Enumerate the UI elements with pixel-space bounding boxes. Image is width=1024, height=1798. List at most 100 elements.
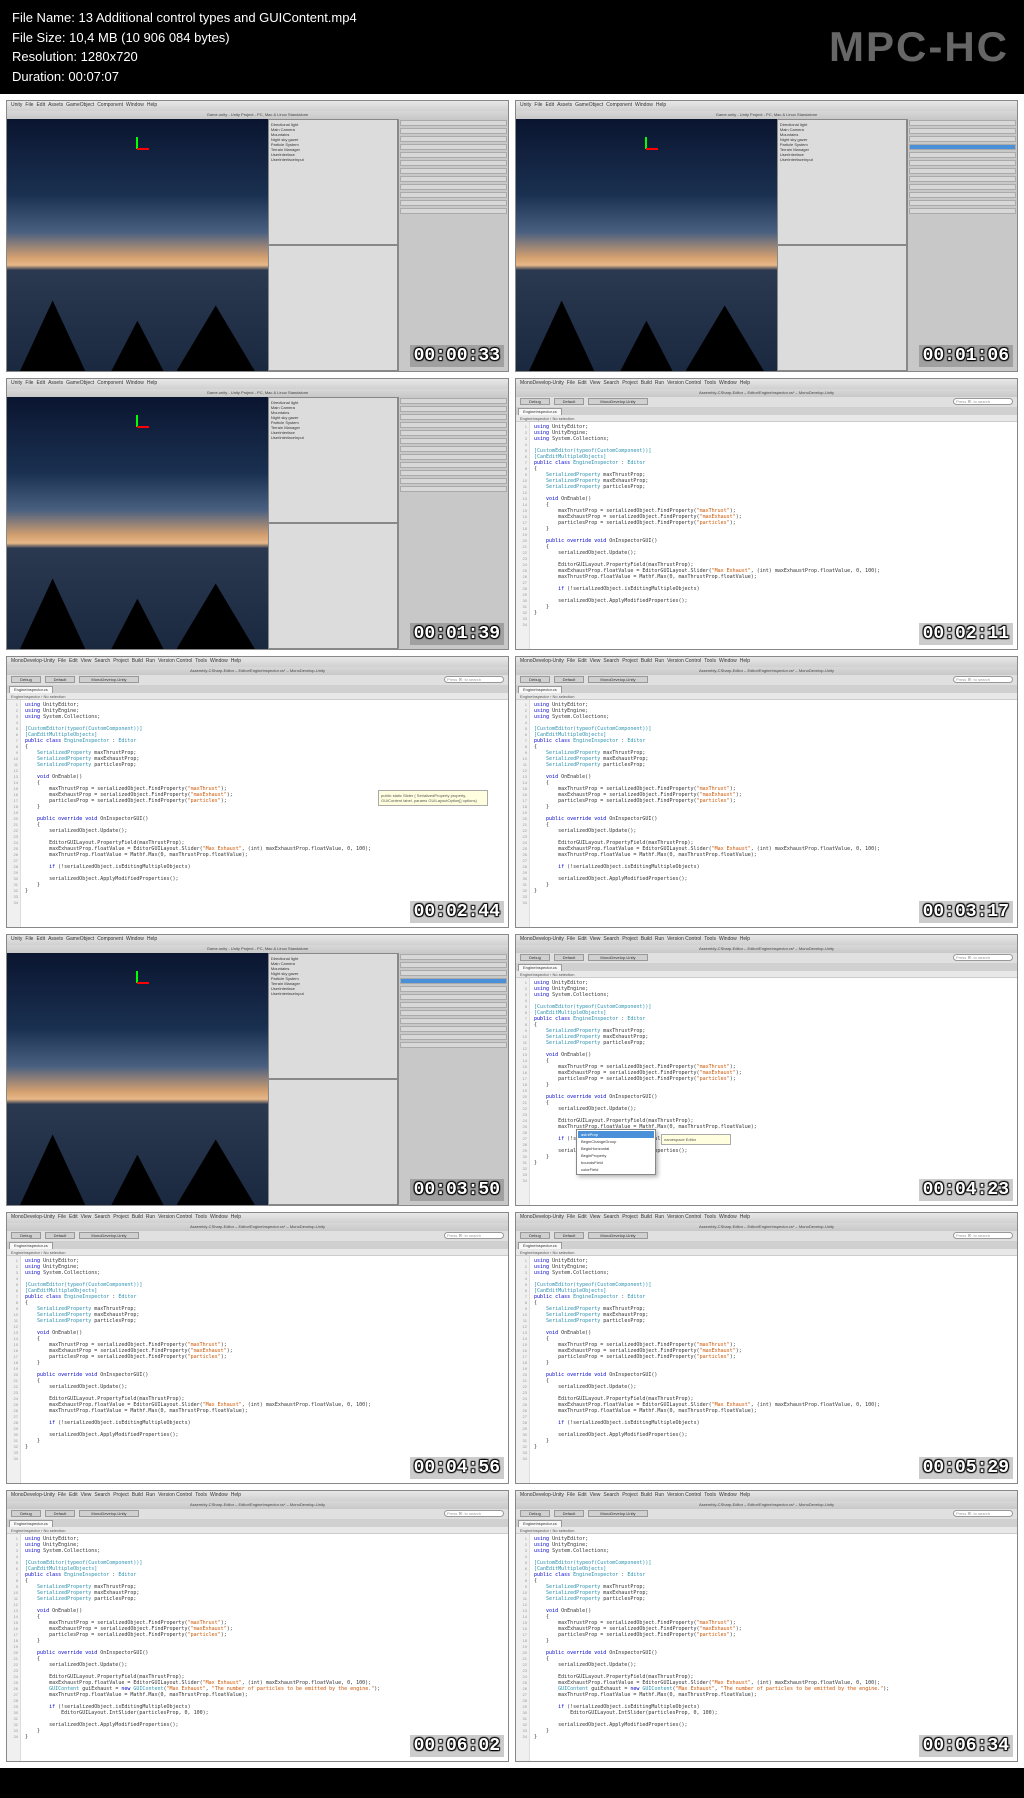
search-input[interactable]: Press ⌘: to search — [953, 398, 1013, 405]
hierarchy-panel: Directional lightMain CameraMountainsNig… — [268, 397, 398, 523]
search-input[interactable]: Press ⌘: to search — [953, 1510, 1013, 1517]
file-tab[interactable]: EngineInspector.cs — [9, 1520, 53, 1527]
gizmo-icon — [631, 134, 661, 164]
file-tab[interactable]: EngineInspector.cs — [518, 964, 562, 971]
tab-selector[interactable]: MonoDevelop-Unity — [588, 398, 648, 405]
debug-button[interactable]: Debug — [11, 1232, 41, 1239]
breadcrumb: EngineInspector › No selection — [516, 1527, 1017, 1534]
code-editor[interactable]: 1234567891011121314151617181920212223242… — [7, 1534, 508, 1761]
code-editor[interactable]: 1234567891011121314151617181920212223242… — [516, 700, 1017, 927]
config-button[interactable]: Default — [554, 398, 584, 405]
timestamp: 00:00:33 — [410, 345, 504, 367]
gizmo-icon — [122, 412, 152, 442]
window-title: Assembly-CSharp-Editor – Editor/EngineIn… — [7, 1223, 508, 1231]
toolbar: Debug Default MonoDevelop-Unity Press ⌘:… — [7, 675, 508, 685]
menubar: MonoDevelop-UnityFileEditViewSearchProje… — [516, 935, 1017, 945]
tab-selector[interactable]: MonoDevelop-Unity — [79, 1510, 139, 1517]
autocomplete-popup[interactable]: asIntPropBeginChangeGroupBeginHorizontal… — [576, 1129, 656, 1175]
config-button[interactable]: Default — [45, 1232, 75, 1239]
search-input[interactable]: Press ⌘: to search — [953, 954, 1013, 961]
debug-button[interactable]: Debug — [520, 1232, 550, 1239]
toolbar: Debug Default MonoDevelop-Unity Press ⌘:… — [516, 675, 1017, 685]
search-input[interactable]: Press ⌘: to search — [444, 1510, 504, 1517]
thumbnail-grid: UnityFileEditAssetsGameObjectComponentWi… — [0, 94, 1024, 1768]
window-title: Game.unity - Unity Project - PC, Mac & L… — [7, 389, 508, 397]
code-editor[interactable]: 1234567891011121314151617181920212223242… — [516, 422, 1017, 649]
autocomplete-hint: namespace Editor — [661, 1134, 731, 1145]
project-panel — [268, 523, 398, 649]
window-title: Assembly-CSharp-Editor – Editor/EngineIn… — [516, 1223, 1017, 1231]
breadcrumb: EngineInspector › No selection — [516, 693, 1017, 700]
debug-button[interactable]: Debug — [520, 676, 550, 683]
search-input[interactable]: Press ⌘: to search — [444, 676, 504, 683]
tooltip: public static Slider ( SerializedPropert… — [378, 790, 488, 806]
menubar: MonoDevelop-UnityFileEditViewSearchProje… — [516, 379, 1017, 389]
file-tab[interactable]: EngineInspector.cs — [9, 1242, 53, 1249]
debug-button[interactable]: Debug — [11, 676, 41, 683]
search-input[interactable]: Press ⌘: to search — [444, 1232, 504, 1239]
project-panel — [268, 1079, 398, 1205]
tab-selector[interactable]: MonoDevelop-Unity — [588, 1510, 648, 1517]
window-title: Assembly-CSharp-Editor – Editor/EngineIn… — [7, 667, 508, 675]
thumbnail: MonoDevelop-UnityFileEditViewSearchProje… — [515, 378, 1018, 650]
code-editor[interactable]: 1234567891011121314151617181920212223242… — [516, 1256, 1017, 1483]
timestamp: 00:02:44 — [410, 901, 504, 923]
menubar: UnityFileEditAssetsGameObjectComponentWi… — [7, 379, 508, 389]
breadcrumb: EngineInspector › No selection — [516, 415, 1017, 422]
config-button[interactable]: Default — [554, 676, 584, 683]
window-title: Assembly-CSharp-Editor – Editor/EngineIn… — [516, 945, 1017, 953]
breadcrumb: EngineInspector › No selection — [516, 971, 1017, 978]
thumbnail: MonoDevelop-UnityFileEditViewSearchProje… — [515, 1490, 1018, 1762]
window-title: Assembly-CSharp-Editor – Editor/EngineIn… — [516, 389, 1017, 397]
search-input[interactable]: Press ⌘: to search — [953, 1232, 1013, 1239]
tab-selector[interactable]: MonoDevelop-Unity — [79, 676, 139, 683]
timestamp: 00:04:56 — [410, 1457, 504, 1479]
thumbnail: MonoDevelop-UnityFileEditViewSearchProje… — [6, 1490, 509, 1762]
window-title: Assembly-CSharp-Editor – Editor/EngineIn… — [516, 667, 1017, 675]
debug-button[interactable]: Debug — [11, 1510, 41, 1517]
toolbar: Debug Default MonoDevelop-Unity Press ⌘:… — [7, 1509, 508, 1519]
debug-button[interactable]: Debug — [520, 954, 550, 961]
toolbar: Debug Default MonoDevelop-Unity Press ⌘:… — [516, 1509, 1017, 1519]
hierarchy-panel: Directional lightMain CameraMountainsNig… — [268, 119, 398, 245]
file-tab[interactable]: EngineInspector.cs — [9, 686, 53, 693]
breadcrumb: EngineInspector › No selection — [7, 693, 508, 700]
debug-button[interactable]: Debug — [520, 1510, 550, 1517]
timestamp: 00:01:06 — [919, 345, 1013, 367]
file-tab[interactable]: EngineInspector.cs — [518, 408, 562, 415]
file-tab[interactable]: EngineInspector.cs — [518, 1242, 562, 1249]
app-watermark: MPC-HC — [829, 15, 1009, 78]
breadcrumb: EngineInspector › No selection — [516, 1249, 1017, 1256]
config-button[interactable]: Default — [554, 1232, 584, 1239]
thumbnail: UnityFileEditAssetsGameObjectComponentWi… — [6, 100, 509, 372]
code-editor[interactable]: 1234567891011121314151617181920212223242… — [7, 1256, 508, 1483]
file-tab[interactable]: EngineInspector.cs — [518, 686, 562, 693]
debug-button[interactable]: Debug — [520, 398, 550, 405]
file-tab[interactable]: EngineInspector.cs — [518, 1520, 562, 1527]
tab-selector[interactable]: MonoDevelop-Unity — [588, 954, 648, 961]
config-button[interactable]: Default — [45, 676, 75, 683]
file-info-header: File Name: 13 Additional control types a… — [0, 0, 1024, 94]
config-button[interactable]: Default — [45, 1510, 75, 1517]
menubar: MonoDevelop-UnityFileEditViewSearchProje… — [7, 1491, 508, 1501]
tab-selector[interactable]: MonoDevelop-Unity — [588, 676, 648, 683]
window-title: Assembly-CSharp-Editor – Editor/EngineIn… — [7, 1501, 508, 1509]
search-input[interactable]: Press ⌘: to search — [953, 676, 1013, 683]
config-button[interactable]: Default — [554, 954, 584, 961]
thumbnail: MonoDevelop-UnityFileEditViewSearchProje… — [515, 1212, 1018, 1484]
code-editor[interactable]: 1234567891011121314151617181920212223242… — [7, 700, 508, 927]
code-editor[interactable]: 1234567891011121314151617181920212223242… — [516, 978, 1017, 1205]
scene-view — [7, 953, 268, 1205]
tab-selector[interactable]: MonoDevelop-Unity — [588, 1232, 648, 1239]
tab-selector[interactable]: MonoDevelop-Unity — [79, 1232, 139, 1239]
thumbnail: UnityFileEditAssetsGameObjectComponentWi… — [515, 100, 1018, 372]
inspector-panel — [398, 119, 508, 371]
menubar: MonoDevelop-UnityFileEditViewSearchProje… — [7, 1213, 508, 1223]
timestamp: 00:03:17 — [919, 901, 1013, 923]
gizmo-icon — [122, 968, 152, 998]
inspector-panel — [398, 953, 508, 1205]
code-editor[interactable]: 1234567891011121314151617181920212223242… — [516, 1534, 1017, 1761]
project-panel — [268, 245, 398, 371]
config-button[interactable]: Default — [554, 1510, 584, 1517]
menubar: UnityFileEditAssetsGameObjectComponentWi… — [516, 101, 1017, 111]
